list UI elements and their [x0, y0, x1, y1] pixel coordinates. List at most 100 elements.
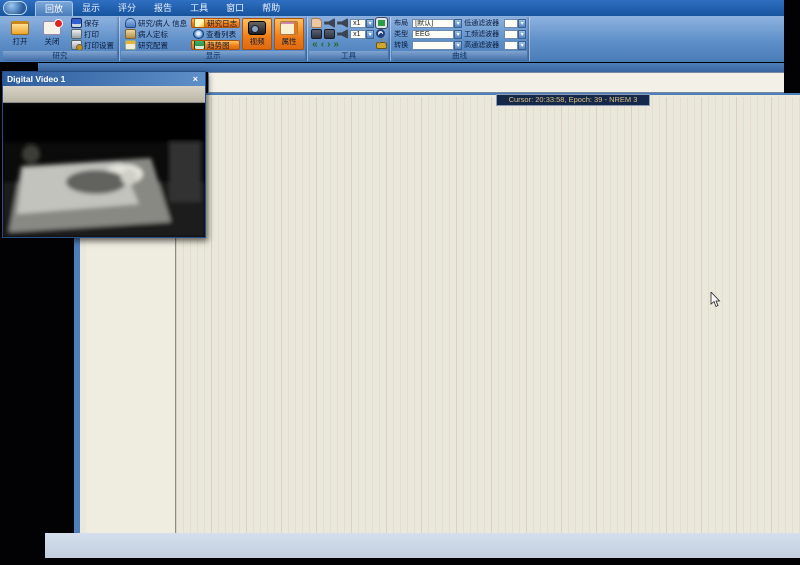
zoomin-icon [376, 29, 385, 38]
chevron-down-icon[interactable]: ▾ [454, 19, 462, 28]
button-研究/病人 信息[interactable]: 研究/病人 信息 [123, 18, 189, 28]
button-属性-label: 属性 [282, 36, 297, 47]
button-查看列表[interactable]: 查看列表 [191, 29, 240, 39]
first-epoch-button[interactable]: « [311, 40, 319, 50]
button-关闭[interactable]: 关闭 [37, 18, 67, 50]
button-趋势图-label: 趋势图 [207, 40, 230, 50]
select-转换-value [412, 41, 454, 50]
print-icon [71, 29, 82, 39]
button-视频-label: 视频 [250, 36, 265, 47]
menu-tab-0[interactable]: 回放 [35, 1, 73, 16]
chevron-down-icon[interactable]: ▾ [366, 19, 374, 28]
select-类型-value: EEG [412, 30, 454, 39]
screen-icon [376, 18, 387, 28]
patient-icon [125, 18, 136, 28]
trend-icon [194, 40, 205, 50]
close-icon[interactable]: × [190, 73, 201, 85]
button-打印-label: 打印 [84, 29, 99, 39]
button-查看列表-label: 查看列表 [206, 29, 236, 39]
filter-label: 低通滤波器 [464, 18, 502, 28]
button-保存[interactable]: 保存 [69, 18, 116, 28]
field-label: 布局 [394, 18, 410, 28]
ribbon-toolbar: 研究打开关闭保存打印打印设置显示研究/病人 信息病人定标研究配置研究日志查看列表… [0, 16, 800, 62]
chevron-down-icon[interactable]: ▾ [366, 30, 374, 39]
button-病人定标[interactable]: 病人定标 [123, 29, 189, 39]
chevron-down-icon[interactable]: ▾ [518, 19, 526, 28]
button-研究配置-label: 研究配置 [138, 40, 168, 50]
select-工频滤波器-value [504, 30, 518, 39]
chevron-down-icon[interactable]: ▾ [454, 30, 462, 39]
video-window: Digital Video 1 × [2, 71, 206, 238]
button-研究日志[interactable]: 研究日志 [191, 18, 240, 28]
select-高通滤波器[interactable]: ▾ [504, 40, 526, 50]
button-研究日志-label: 研究日志 [207, 18, 237, 28]
video-title: Digital Video 1 [7, 74, 65, 84]
playback-speed-select-value: x1 [350, 19, 366, 28]
study-overview-strip[interactable] [208, 72, 796, 93]
ribbon-group-label: 工具 [309, 51, 388, 61]
button-打开-label: 打开 [13, 36, 28, 47]
playback-speed-select[interactable]: x1▾ [350, 18, 374, 28]
button-打开[interactable]: 打开 [5, 18, 35, 50]
button-打印[interactable]: 打印 [69, 29, 116, 39]
printset-icon [71, 40, 82, 50]
button-趋势图[interactable]: 趋势图 [191, 40, 240, 50]
select-布局-value: [默认] [412, 19, 454, 28]
chevron-down-icon[interactable]: ▾ [518, 30, 526, 39]
button-视频[interactable]: 视频 [242, 18, 272, 50]
video-controls [3, 86, 205, 103]
chevron-down-icon[interactable]: ▾ [518, 41, 526, 50]
chevron-down-icon[interactable]: ▾ [454, 41, 462, 50]
button-病人定标-label: 病人定标 [138, 29, 168, 39]
app-menu-button[interactable] [3, 1, 27, 15]
menu-bar: 回放显示评分报告工具窗口帮助 [0, 0, 800, 16]
button-研究/病人 信息-label: 研究/病人 信息 [138, 18, 187, 28]
menu-tab-6[interactable]: 帮助 [253, 1, 289, 16]
select-布局[interactable]: [默认]▾ [412, 18, 462, 28]
playback-speed-select[interactable]: x1▾ [350, 29, 374, 39]
config-icon [125, 40, 136, 50]
menu-tab-4[interactable]: 工具 [181, 1, 217, 16]
menu-tab-5[interactable]: 窗口 [217, 1, 253, 16]
hand-icon [311, 18, 322, 28]
menu-tab-3[interactable]: 报告 [145, 1, 181, 16]
button-关闭-label: 关闭 [45, 36, 60, 47]
log-icon [194, 18, 205, 28]
field-label: 转换 [394, 40, 410, 50]
select-低通滤波器[interactable]: ▾ [504, 18, 526, 28]
ribbon-group-工具: 工具x1▾x1▾«‹›» [308, 17, 391, 61]
windows-taskbar [0, 533, 800, 558]
viewlist-icon [193, 29, 204, 39]
last-epoch-button[interactable]: » [332, 40, 340, 50]
button-保存-label: 保存 [84, 18, 99, 28]
select-工频滤波器[interactable]: ▾ [504, 29, 526, 39]
select-类型[interactable]: EEG▾ [412, 29, 462, 39]
field-label: 类型 [394, 29, 410, 39]
filter-label: 高通滤波器 [464, 40, 502, 50]
mouse-cursor [710, 292, 722, 308]
lock-icon [376, 42, 387, 49]
button-属性[interactable]: 属性 [274, 18, 304, 50]
bezel-bottom [0, 558, 800, 565]
menu-tab-2[interactable]: 评分 [109, 1, 145, 16]
select-转换[interactable]: ▾ [412, 40, 462, 50]
bezel-top-right [784, 0, 800, 93]
ribbon-group-曲线: 曲线布局[默认]▾类型EEG▾转换▾低通滤波器▾工频滤波器▾高通滤波器▾ [391, 17, 530, 61]
button-研究配置[interactable]: 研究配置 [123, 40, 189, 50]
previous-epoch-button[interactable]: ‹ [320, 40, 325, 50]
playback-speed-select-value: x1 [350, 30, 366, 39]
save-icon [71, 18, 82, 28]
menu-tab-1[interactable]: 显示 [73, 1, 109, 16]
video-title-bar[interactable]: Digital Video 1 × [3, 72, 205, 86]
button-打印设置-label: 打印设置 [84, 40, 114, 50]
video-icon [248, 21, 266, 35]
filter-label: 工频滤波器 [464, 29, 502, 39]
calib-icon [125, 29, 136, 39]
cam-icon [311, 29, 322, 39]
cam-icon [324, 29, 335, 39]
button-打印设置[interactable]: 打印设置 [69, 40, 116, 50]
cursor-epoch-status: Cursor: 20:33:58, Epoch: 39 - NREM 3 [496, 94, 650, 106]
trace-plot-area[interactable] [176, 97, 800, 533]
spk-icon [337, 18, 348, 28]
next-epoch-button[interactable]: › [326, 40, 331, 50]
